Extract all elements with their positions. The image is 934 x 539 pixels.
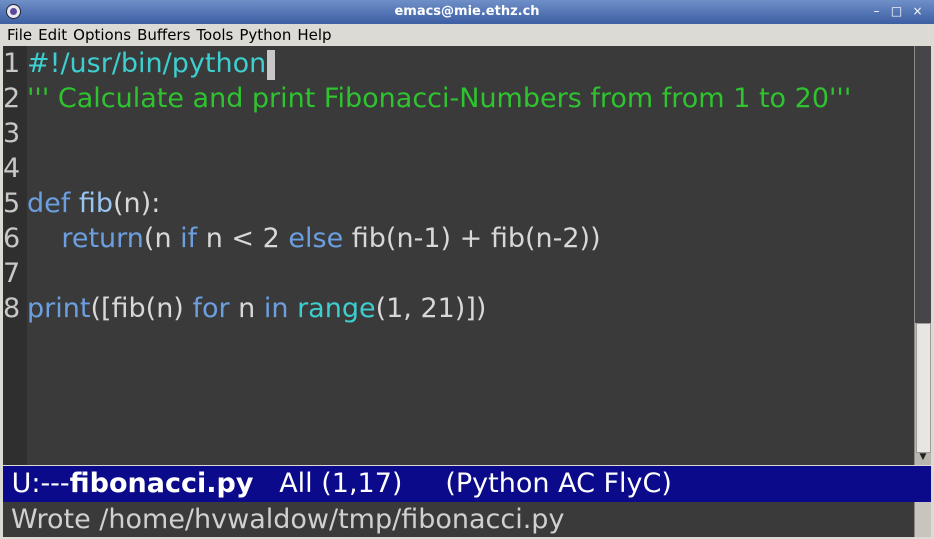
code-token: ''' Calculate and print Fibonacci-Number… [27, 83, 852, 114]
code-token: for [192, 293, 230, 324]
code-text[interactable]: print([fib(n) for n in range(1, 21)]) [27, 291, 486, 326]
code-token: n < 2 [197, 223, 289, 254]
code-text[interactable]: return(n if n < 2 else fib(n-1) + fib(n-… [27, 221, 601, 256]
echo-area: Wrote /home/hvwaldow/tmp/fibonacci.py [3, 502, 914, 537]
code-token: #!/usr/bin/python [27, 48, 267, 79]
menu-edit[interactable]: Edit [38, 24, 67, 46]
code-token: ([fib(n) [90, 293, 193, 324]
code-token: (1, 21)]) [375, 293, 487, 324]
menu-help[interactable]: Help [297, 24, 331, 46]
scrollbar-thumb[interactable] [916, 323, 931, 453]
code-token: range [297, 293, 376, 324]
menu-python[interactable]: Python [239, 24, 291, 46]
line-number: 5 [3, 188, 21, 219]
minimize-button[interactable]: – [868, 3, 885, 20]
code-token: n [229, 293, 264, 324]
scroll-down-arrow-icon[interactable]: ▼ [915, 451, 931, 463]
code-editor[interactable]: 1 #!/usr/bin/python 2 ''' Calculate and pri… [3, 46, 914, 465]
code-token: fib(n-1) + fib(n-2)) [343, 223, 601, 254]
line-number: 4 [3, 153, 21, 184]
line-number: 2 [3, 83, 21, 114]
code-token: print [27, 293, 91, 324]
text-cursor [267, 49, 276, 80]
line-number: 3 [3, 118, 21, 149]
menu-file[interactable]: File [7, 24, 32, 46]
scrollbar-trough[interactable] [915, 46, 931, 323]
close-button[interactable]: × [909, 3, 926, 20]
code-token: return [61, 223, 144, 254]
code-text[interactable]: ''' Calculate and print Fibonacci-Number… [27, 81, 851, 116]
menu-bar: File Edit Options Buffers Tools Python Help [0, 24, 934, 46]
vertical-scrollbar[interactable]: ▼ [914, 46, 931, 465]
title-bar: emacs@mie.ethz.ch – □ × [0, 0, 934, 24]
line-number: 6 [3, 223, 21, 254]
code-text[interactable]: def fib(n): [27, 186, 160, 221]
line-number: 1 [3, 48, 21, 79]
line-number: 7 [3, 258, 21, 289]
code-token: fib [78, 188, 114, 219]
menu-tools[interactable]: Tools [196, 24, 233, 46]
code-token: (n [143, 223, 181, 254]
major-minor-modes[interactable]: (Python AC FlyC) [402, 468, 672, 499]
line-number: 8 [3, 293, 21, 324]
buffer-status: U:--- [3, 468, 70, 499]
echo-scrollbar [914, 502, 931, 537]
buffer-name[interactable]: fibonacci.py [70, 468, 254, 499]
code-token: if [180, 223, 198, 254]
code-token: (n): [113, 188, 161, 219]
code-token: in [263, 293, 289, 324]
window-title: emacs@mie.ethz.ch [394, 4, 540, 19]
mode-line: U:---fibonacci.py All (1,17) (Python AC … [3, 466, 931, 502]
code-token: def [27, 188, 71, 219]
cursor-position: All (1,17) [253, 468, 403, 499]
code-text[interactable]: #!/usr/bin/python [27, 46, 276, 81]
menu-buffers[interactable]: Buffers [137, 24, 190, 46]
menu-options[interactable]: Options [73, 24, 131, 46]
code-token: else [288, 223, 344, 254]
maximize-button[interactable]: □ [888, 3, 905, 20]
